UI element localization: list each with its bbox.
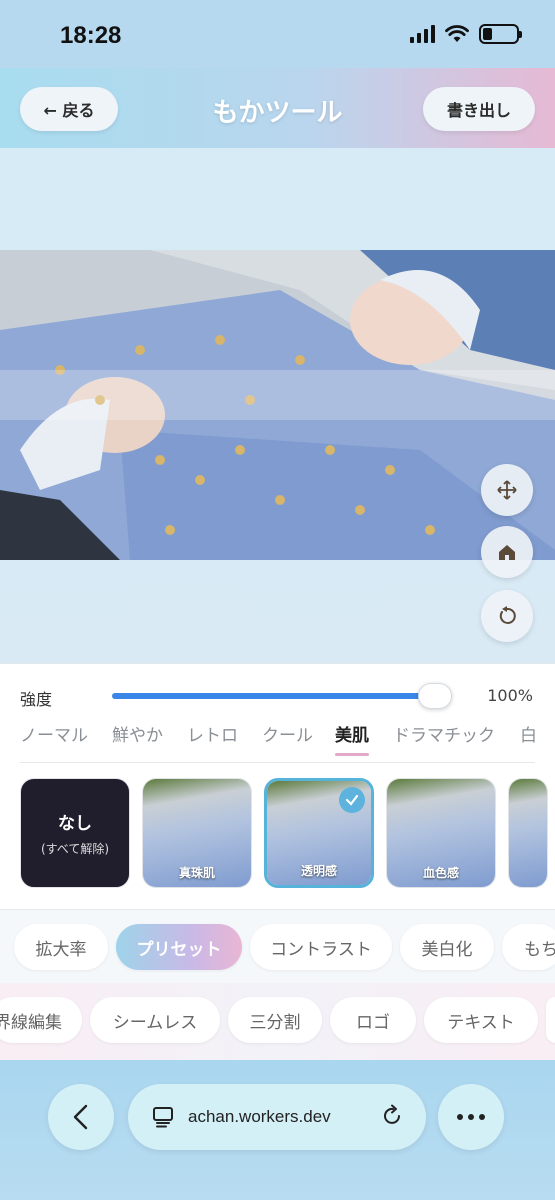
tab-cool[interactable]: クール [262, 724, 313, 762]
preset-thumbnail [509, 779, 547, 887]
tab-white[interactable]: 白 [520, 724, 537, 762]
chip-zoom[interactable]: 拡大率 [14, 924, 108, 970]
url-text: achan.workers.dev [188, 1107, 331, 1126]
strength-value: 100% [487, 686, 533, 705]
more-icon [457, 1114, 485, 1120]
export-button[interactable]: 書き出し [423, 87, 535, 131]
strength-slider[interactable] [112, 683, 452, 709]
chip-mochi[interactable]: もち [502, 924, 555, 970]
more-button[interactable] [438, 1084, 504, 1150]
home-icon [499, 545, 515, 560]
chip-text[interactable]: テキスト [424, 997, 538, 1043]
browser-back-button[interactable] [48, 1084, 114, 1150]
tab-retro[interactable]: レトロ [187, 724, 238, 762]
category-tabs: ノーマル 鮮やか レトロ クール 美肌 ドラマチック 白 [0, 724, 555, 764]
preset-none-subtitle: (すべて解除) [40, 842, 110, 856]
status-icons [410, 24, 522, 44]
address-bar[interactable]: achan.workers.dev [128, 1084, 426, 1150]
move-icon [497, 480, 517, 500]
chevron-left-icon [73, 1104, 88, 1130]
chip-next-partial[interactable] [546, 997, 555, 1043]
slider-fill [112, 693, 452, 699]
tab-vivid[interactable]: 鮮やか [112, 724, 163, 762]
preset-none-title: なし [58, 814, 92, 834]
chip-thirds[interactable]: 三分割 [228, 997, 322, 1043]
photo-illustration [0, 250, 555, 560]
status-time: 18:28 [60, 22, 122, 49]
signal-icon [410, 25, 435, 43]
browser-toolbar: achan.workers.dev [0, 1060, 555, 1200]
chip-seamless[interactable]: シームレス [90, 997, 220, 1043]
reload-icon[interactable] [380, 1104, 404, 1128]
wifi-icon [445, 25, 469, 42]
edited-photo[interactable] [0, 250, 555, 560]
tab-divider [20, 762, 535, 763]
edit-panel: 強度 100% ノーマル 鮮やか レトロ クール 美肌 ドラマチック 白 なし … [0, 663, 555, 1061]
preset-pearl-skin[interactable]: 真珠肌 [142, 778, 252, 888]
rotate-icon [499, 606, 516, 624]
canvas-area[interactable] [0, 148, 555, 663]
chip-contrast[interactable]: コントラスト [250, 924, 392, 970]
slider-knob[interactable] [418, 683, 452, 709]
preset-rosy[interactable]: 血色感 [386, 778, 496, 888]
preset-list: なし (すべて解除) 真珠肌 透明感 血色感 [0, 778, 555, 890]
preset-next-partial[interactable] [508, 778, 548, 888]
check-icon [339, 787, 365, 813]
reset-button[interactable] [481, 590, 533, 642]
strength-label: 強度 [20, 690, 53, 709]
reader-icon [153, 1107, 173, 1128]
preset-label: 血色感 [422, 866, 459, 880]
tab-dramatic[interactable]: ドラマチック [393, 724, 495, 762]
chip-boundary-edit[interactable]: 界線編集 [0, 997, 82, 1043]
tab-beauty-skin[interactable]: 美肌 [335, 724, 369, 762]
preset-translucent[interactable]: 透明感 [264, 778, 374, 888]
preset-label: 真珠肌 [178, 866, 215, 880]
chip-preset[interactable]: プリセット [116, 924, 242, 970]
battery-icon [479, 24, 522, 44]
chip-whitening[interactable]: 美白化 [400, 924, 494, 970]
move-button[interactable] [481, 464, 533, 516]
preset-label: 透明感 [300, 864, 337, 878]
tool-chips-secondary: 界線編集 シームレス 三分割 ロゴ テキスト [0, 983, 555, 1061]
home-button[interactable] [481, 526, 533, 578]
preset-none[interactable]: なし (すべて解除) [20, 778, 130, 888]
tab-normal[interactable]: ノーマル [20, 724, 88, 762]
status-bar: 18:28 [0, 0, 555, 68]
tool-chips-primary: 拡大率 プリセット コントラスト 美白化 もち [0, 909, 555, 983]
app-header: ← 戻る もかツール 書き出し [0, 68, 555, 148]
chip-logo[interactable]: ロゴ [330, 997, 416, 1043]
